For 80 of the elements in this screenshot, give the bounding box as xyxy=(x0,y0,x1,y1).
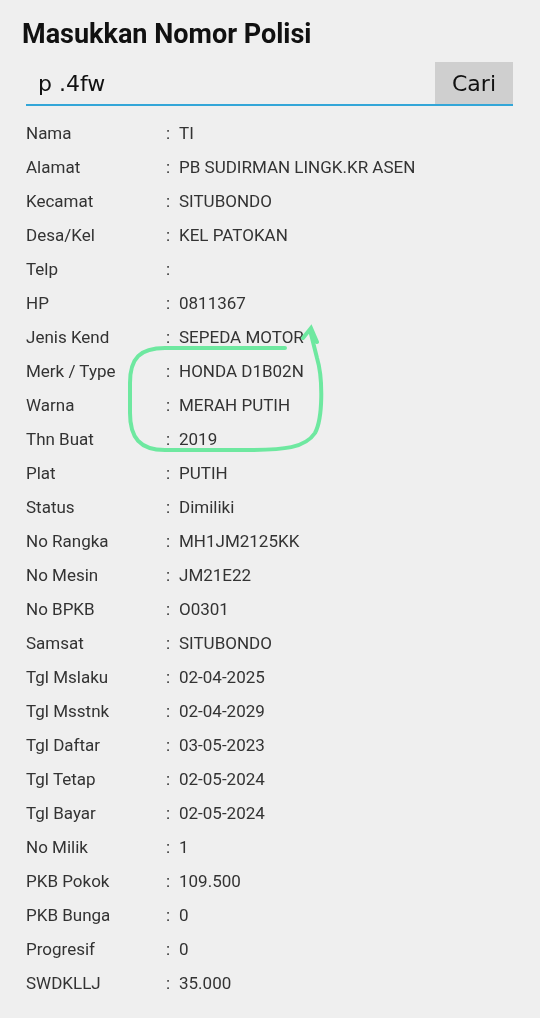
colon: : xyxy=(166,667,171,687)
field-value: 03-05-2023 xyxy=(179,735,265,755)
field-label: Warna xyxy=(26,395,75,415)
colon: : xyxy=(166,191,171,211)
colon: : xyxy=(166,769,171,789)
field-value: 109.500 xyxy=(179,871,241,891)
field-value: O0301 xyxy=(179,599,229,619)
colon: : xyxy=(166,259,171,279)
field-value: 35.000 xyxy=(179,973,232,993)
colon: : xyxy=(166,803,171,823)
colon: : xyxy=(166,871,171,891)
field-value: MH1JM2125KK xyxy=(179,531,300,551)
page-title: Masukkan Nomor Polisi xyxy=(21,17,313,52)
field-label: Samsat xyxy=(26,633,84,653)
field-label: Jenis Kend xyxy=(26,327,110,347)
field-label: No Rangka xyxy=(26,531,109,551)
colon: : xyxy=(166,361,171,381)
colon: : xyxy=(166,327,171,347)
colon: : xyxy=(166,973,171,993)
field-label: SWDKLLJ xyxy=(26,973,101,993)
colon: : xyxy=(166,701,171,721)
colon: : xyxy=(166,225,171,245)
field-value: 1 xyxy=(179,837,189,857)
colon: : xyxy=(166,905,171,925)
colon: : xyxy=(166,463,171,483)
colon: : xyxy=(166,565,171,585)
colon: : xyxy=(166,599,171,619)
colon: : xyxy=(166,293,171,313)
field-label: Progresif xyxy=(26,939,95,959)
colon: : xyxy=(166,395,171,415)
field-label: Telp xyxy=(26,259,59,279)
field-label: Kecamat xyxy=(26,191,94,211)
field-value: PB SUDIRMAN LINGK.KR ASEN xyxy=(179,157,416,177)
colon: : xyxy=(166,157,171,177)
field-value: 02-05-2024 xyxy=(179,803,265,823)
field-value: 0 xyxy=(179,939,189,959)
field-label: Desa/Kel xyxy=(26,225,95,245)
field-label: No Milik xyxy=(26,837,88,857)
colon: : xyxy=(166,429,171,449)
field-label: Status xyxy=(26,497,75,517)
field-value: 2019 xyxy=(179,429,218,449)
field-value: MERAH PUTIH xyxy=(179,395,291,415)
field-label: Plat xyxy=(26,463,56,483)
field-label: Thn Buat xyxy=(26,429,94,449)
field-value: JM21E22 xyxy=(179,565,252,585)
field-label: Tgl Tetap xyxy=(26,769,96,789)
field-value: 02-04-2025 xyxy=(179,667,265,687)
field-label: Tgl Bayar xyxy=(26,803,96,823)
field-label: HP xyxy=(26,293,49,313)
field-value: SITUBONDO xyxy=(179,633,272,653)
field-label: No BPKB xyxy=(26,599,95,619)
field-value: 0811367 xyxy=(179,293,246,313)
field-value: PUTIH xyxy=(179,463,228,483)
colon: : xyxy=(166,837,171,857)
search-button[interactable]: Cari xyxy=(435,62,513,104)
search-field[interactable]: p .4fw xyxy=(26,62,435,104)
field-value: HONDA D1B02N xyxy=(179,361,304,381)
colon: : xyxy=(166,497,171,517)
colon: : xyxy=(166,531,171,551)
colon: : xyxy=(166,735,171,755)
field-value: 02-04-2029 xyxy=(179,701,265,721)
field-label: Tgl Msstnk xyxy=(26,701,110,721)
field-value: SITUBONDO xyxy=(179,191,272,211)
field-value: TI xyxy=(179,123,194,143)
field-value: Dimiliki xyxy=(179,497,235,517)
field-value: SEPEDA MOTOR xyxy=(179,327,304,347)
field-value: KEL PATOKAN xyxy=(179,225,288,245)
field-label: Tgl Daftar xyxy=(26,735,101,755)
field-label: Alamat xyxy=(26,157,81,177)
field-label: No Mesin xyxy=(26,565,99,585)
field-value: 0 xyxy=(179,905,189,925)
field-label: Merk / Type xyxy=(26,361,116,381)
colon: : xyxy=(166,123,171,143)
field-label: Tgl Mslaku xyxy=(26,667,109,687)
field-label: Nama xyxy=(26,123,72,143)
colon: : xyxy=(166,939,171,959)
field-value: 02-05-2024 xyxy=(179,769,265,789)
field-label: PKB Pokok xyxy=(26,871,110,891)
colon: : xyxy=(166,633,171,653)
field-label: PKB Bunga xyxy=(26,905,111,925)
